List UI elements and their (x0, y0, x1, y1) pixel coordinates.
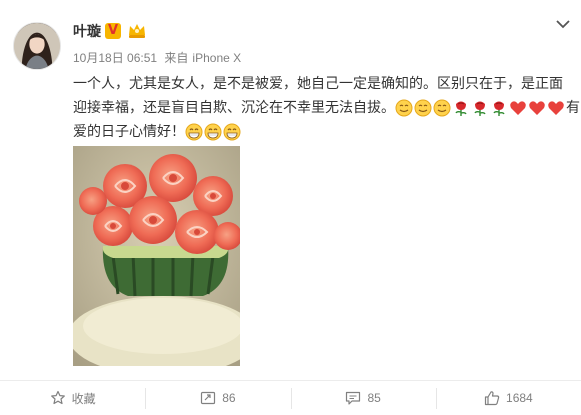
post-text: 一个人，尤其是女人，是不是被爱，她自己一定是确知的。区别只在于，是正面 迎接幸福… (73, 71, 580, 143)
rose-emoji-icon (452, 99, 470, 117)
repost-icon (201, 391, 216, 405)
chevron-down-icon[interactable] (556, 19, 570, 29)
post-text-line-2-content: 迎接幸福，还是盲目自欺、沉沦在不幸里无法自拔。 (73, 99, 395, 115)
post-text-line-3: 爱的日子心情好！ (73, 119, 573, 143)
heart-emoji-icon (528, 99, 546, 117)
avatar[interactable] (13, 22, 61, 70)
post-text-line-2-tail: 有 (566, 99, 580, 115)
source-prefix: 来自 (164, 51, 189, 65)
comment-icon (346, 391, 361, 405)
favorite-button[interactable]: 收藏 (0, 381, 145, 415)
crown-member-icon[interactable] (127, 22, 147, 39)
rose-emoji-icon (471, 99, 489, 117)
comment-button[interactable]: 85 (290, 381, 436, 415)
repost-count: 86 (222, 391, 236, 405)
grin-emoji-icon (223, 123, 241, 141)
smile-emoji-icon (433, 99, 451, 117)
post-text-line-1: 一个人，尤其是女人，是不是被爱，她自己一定是确知的。区别只在于，是正面 (73, 75, 563, 91)
emoji-group-1 (395, 99, 566, 117)
action-bar: 收藏 86 85 1684 (0, 380, 581, 415)
comment-count: 85 (367, 391, 381, 405)
watermelon-carving-image[interactable] (73, 146, 240, 366)
thumbs-up-icon (484, 391, 500, 406)
weibo-post-card: 叶璇 V 10月18日 06:51 来自 iPhone X 一个人，尤其是女人，是… (0, 0, 581, 415)
verified-letter: V (107, 23, 119, 38)
grin-emoji-icon (185, 123, 203, 141)
smile-emoji-icon (414, 99, 432, 117)
like-button[interactable]: 1684 (435, 381, 581, 415)
heart-emoji-icon (509, 99, 527, 117)
grin-emoji-icon (204, 123, 222, 141)
like-count: 1684 (506, 391, 533, 405)
verified-badge-icon[interactable]: V (105, 23, 121, 39)
avatar-image (14, 23, 60, 69)
author-name[interactable]: 叶璇 (73, 22, 101, 40)
post-text-line-2: 迎接幸福，还是盲目自欺、沉沦在不幸里无法自拔。 有 (73, 95, 580, 119)
emoji-group-2 (185, 123, 242, 141)
post-source: iPhone X (192, 51, 242, 65)
post-text-line-3-content: 爱的日子心情好！ (73, 123, 185, 139)
favorite-label: 收藏 (71, 391, 96, 406)
post-time[interactable]: 10月18日 06:51 (73, 51, 157, 65)
rose-emoji-icon (490, 99, 508, 117)
star-icon (50, 390, 65, 405)
smile-emoji-icon (395, 99, 413, 117)
repost-button[interactable]: 86 (145, 381, 290, 415)
heart-emoji-icon (547, 99, 565, 117)
post-meta: 10月18日 06:51 来自 iPhone X (73, 51, 245, 65)
